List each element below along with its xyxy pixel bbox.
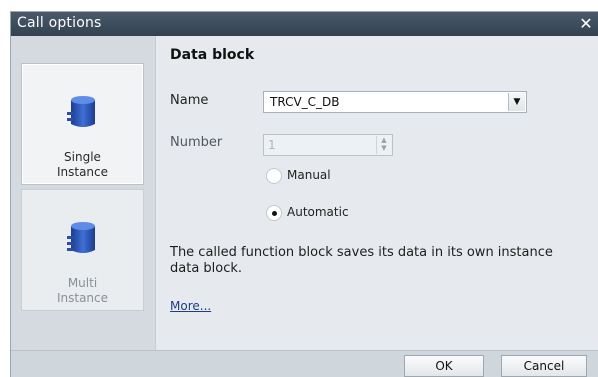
name-dropdown-value: TRCV_C_DB [270,95,340,109]
ok-button[interactable]: OK [404,355,484,377]
instance-type-panel: Single Instance Multi Instance [11,36,156,350]
number-field-value: 1 [268,138,276,152]
single-instance-label: Single Instance [22,150,143,180]
cancel-button[interactable]: Cancel [501,355,587,377]
name-dropdown[interactable]: TRCV_C_DB ▼ [263,91,527,113]
name-label: Name [170,93,209,108]
database-stack-icon [67,96,95,127]
description-text: The called function block saves its data… [170,245,553,276]
data-block-heading: Data block [170,47,255,63]
dialog-title: Call options [17,15,102,31]
more-link[interactable]: More... [170,299,211,313]
radio-manual[interactable] [266,168,282,184]
title-bar[interactable]: Call options ✕ [11,12,598,36]
number-spinner-icon[interactable]: ▲ ▼ [376,136,391,154]
close-icon[interactable]: ✕ [576,14,596,34]
single-instance-option[interactable]: Single Instance [21,63,144,185]
single-instance-label-line2: Instance [56,165,109,179]
radio-automatic-label: Automatic [287,205,349,219]
number-field[interactable]: 1 ▲ ▼ [263,134,393,156]
radio-manual-label: Manual [287,168,331,182]
multi-instance-label: Multi Instance [22,276,143,306]
multi-instance-option[interactable]: Multi Instance [21,189,144,311]
number-label: Number [170,135,223,150]
call-options-dialog: Call options ✕ Single Instance Multi Ins… [11,12,598,377]
multi-instance-label-line1: Multi [67,276,98,290]
data-block-settings: Data block Name TRCV_C_DB ▼ Number 1 ▲ ▼ … [156,36,598,350]
multi-instance-label-line2: Instance [56,291,109,305]
chevron-down-icon[interactable]: ▼ [508,93,525,111]
dialog-footer: OK Cancel [11,350,598,377]
radio-automatic[interactable] [266,205,282,221]
single-instance-label-line1: Single [64,150,101,164]
database-stack-icon [67,222,95,253]
